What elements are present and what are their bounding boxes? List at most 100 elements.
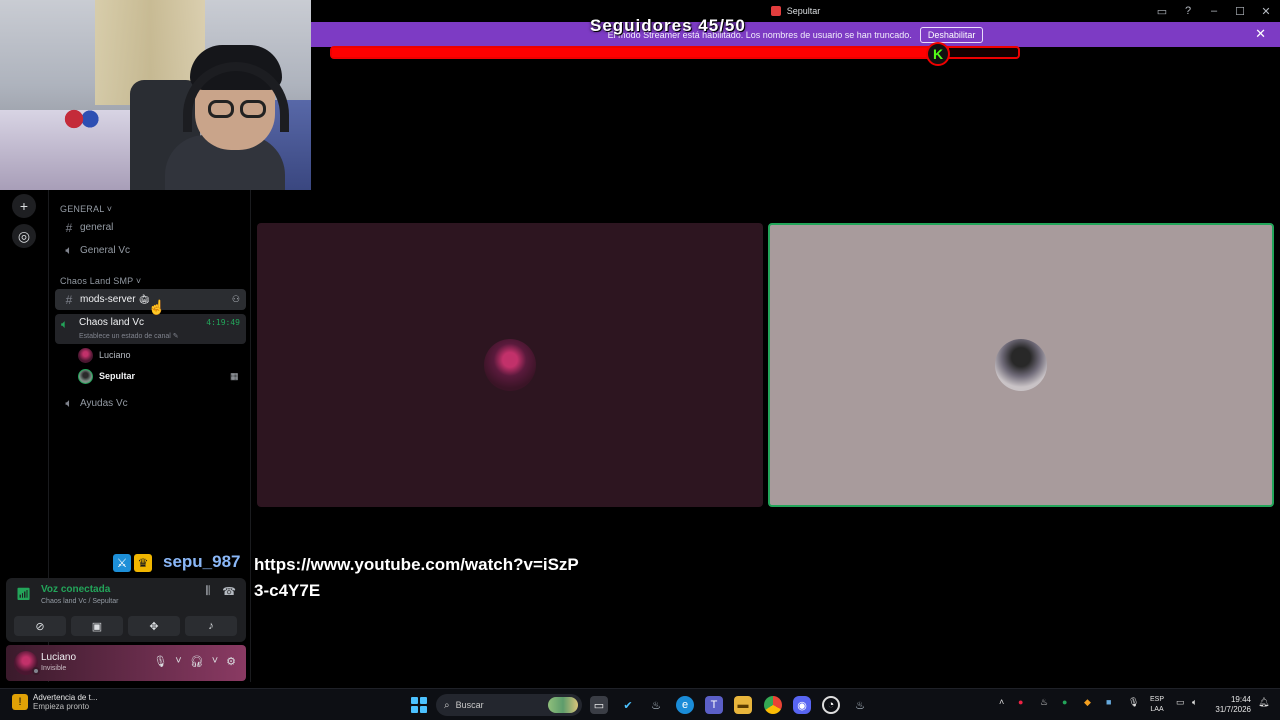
avatar: [78, 347, 93, 363]
tray-steam-icon[interactable]: ♨: [1040, 697, 1048, 708]
chevron-down-icon[interactable]: ˅: [212, 655, 218, 668]
minimize-button[interactable]: –: [1206, 3, 1222, 19]
channel-label: General Vc: [80, 245, 131, 256]
crown-badge-icon: ♛: [134, 554, 152, 572]
voice-channel-chaos-land[interactable]: 🔈︎ Chaos land Vc 4:19:49 Establece un es…: [55, 314, 246, 344]
tray-app-icon[interactable]: ●: [1062, 697, 1067, 707]
call-timer: 4:19:49: [206, 318, 240, 327]
taskbar-search[interactable]: ⌕ Buscar: [436, 694, 582, 716]
invite-icon[interactable]: ⚇: [232, 294, 240, 305]
moderator-badge-icon: ⚔: [113, 554, 131, 572]
webcam-overlay: [0, 0, 311, 190]
banner-close-icon[interactable]: ✕: [1255, 26, 1266, 42]
add-server-icon[interactable]: +: [12, 194, 36, 218]
channel-label: mods-server: [80, 294, 136, 305]
category-chaos-land[interactable]: Chaos Land SMP ˅: [60, 276, 141, 286]
screen: Sepultar ▭ ? – ☐ ✕ Seguidores 45/50 El m…: [0, 0, 1280, 720]
discord-icon[interactable]: ◉: [793, 696, 811, 714]
steam-icon[interactable]: ♨: [851, 696, 869, 714]
channel-ayudas-vc[interactable]: 🔈︎ Ayudas Vc: [55, 393, 246, 414]
noise-suppression-icon[interactable]: ⫼: [205, 585, 210, 598]
tray-app-icon[interactable]: ◆: [1084, 697, 1091, 708]
screen-share-icon: ▣: [91, 620, 103, 633]
chevron-down-icon[interactable]: ˅: [175, 655, 181, 668]
screen-share-icon: ▦: [230, 371, 239, 381]
close-window-button[interactable]: ✕: [1258, 3, 1274, 19]
disconnect-icon[interactable]: ☎: [222, 585, 236, 598]
video-tile-sepultar[interactable]: [768, 223, 1274, 507]
voice-status-subtitle: Chaos land Vc / Sepultar: [41, 598, 119, 605]
steam-icon[interactable]: ♨: [647, 696, 665, 714]
followers-progress-bar: [330, 46, 1020, 59]
discord-app-icon: [770, 6, 781, 16]
clock[interactable]: 19:44 31/7/2026: [1208, 695, 1251, 715]
user-status: Invisible: [41, 665, 67, 672]
channel-label: general: [80, 222, 114, 233]
start-button[interactable]: [411, 697, 427, 713]
soundboard-button[interactable]: ♪: [185, 616, 237, 636]
tray-microphone-icon[interactable]: 🎙︎: [1128, 697, 1139, 708]
activities-button[interactable]: ✥: [128, 616, 180, 636]
signal-icon[interactable]: 📶︎: [16, 587, 31, 601]
camera-off-icon: ⊘: [35, 620, 45, 633]
obs-icon[interactable]: ◔: [822, 696, 840, 714]
taskbar-notification[interactable]: ! Advertencia de t... Empieza pronto: [12, 693, 97, 711]
chrome-icon[interactable]: [764, 696, 782, 714]
avatar: [78, 368, 93, 384]
user-name[interactable]: Luciano: [41, 652, 76, 663]
warning-icon: !: [12, 694, 28, 710]
channel-general[interactable]: # general: [55, 217, 246, 238]
help-icon[interactable]: ?: [1180, 3, 1196, 19]
gear-icon[interactable]: ⚙: [226, 655, 236, 668]
teams-icon[interactable]: T: [705, 696, 723, 714]
explore-icon[interactable]: ◎: [12, 224, 36, 248]
headphones-icon[interactable]: 🎧︎: [190, 655, 204, 668]
speaker-icon: 🔈︎: [61, 317, 69, 331]
speaker-icon: 🔈︎: [65, 243, 73, 257]
status-indicator: [32, 667, 40, 675]
todo-icon[interactable]: ✔: [619, 696, 637, 714]
channel-status-prompt[interactable]: Establece un estado de canal ✎: [79, 332, 179, 340]
voice-status-title[interactable]: Voz conectada: [41, 584, 110, 595]
category-general[interactable]: GENERAL ˅: [60, 204, 112, 214]
chat-username: sepu_987: [163, 552, 241, 571]
hash-icon: #: [65, 220, 73, 235]
search-icon: ⌕: [444, 699, 450, 711]
voice-member-luciano[interactable]: Luciano: [78, 346, 131, 364]
video-tile-luciano[interactable]: [257, 223, 763, 507]
chat-message-text: https://www.youtube.com/watch?v=iSzP3-c4…: [254, 555, 579, 600]
task-view-icon[interactable]: ▭: [590, 696, 608, 714]
notifications-bell-icon[interactable]: 🔔︎: [1258, 697, 1269, 708]
volume-icon[interactable]: 🔈︎: [1192, 697, 1197, 708]
channel-general-vc[interactable]: 🔈︎ General Vc: [55, 240, 246, 261]
window-titlebar: Sepultar ▭ ? – ☐ ✕: [311, 0, 1280, 22]
streamer-mode-banner: El modo Streamer está habilitado. Los no…: [311, 22, 1280, 47]
member-name: Luciano: [99, 350, 131, 360]
tray-app-icon[interactable]: ●: [1018, 697, 1023, 707]
activities-icon: ✥: [149, 620, 159, 633]
kick-logo-icon: K: [926, 42, 950, 66]
search-placeholder: Buscar: [455, 700, 484, 710]
voice-channel-label: Chaos land Vc: [79, 317, 145, 328]
edge-icon[interactable]: e: [676, 696, 694, 714]
windows-taskbar: ! Advertencia de t... Empieza pronto ⌕ B…: [0, 688, 1280, 720]
channel-label: Ayudas Vc: [80, 398, 128, 409]
followers-goal-label: Seguidores 45/50: [590, 16, 746, 35]
followers-progress-fill: [332, 48, 950, 57]
microphone-icon[interactable]: 🎙︎: [153, 655, 167, 668]
inbox-icon[interactable]: ▭: [1154, 3, 1170, 19]
tray-app-icon[interactable]: ■: [1106, 697, 1111, 707]
tray-chevron-up-icon[interactable]: ˄: [999, 697, 1004, 707]
notification-title: Advertencia de t...: [33, 693, 98, 702]
voice-member-sepultar[interactable]: Sepultar: [78, 367, 135, 385]
maximize-button[interactable]: ☐: [1232, 3, 1248, 19]
hash-icon: #: [65, 292, 73, 307]
network-icon[interactable]: ▭: [1176, 697, 1185, 708]
avatar: [484, 339, 536, 391]
share-screen-button[interactable]: ▣: [71, 616, 123, 636]
file-explorer-icon[interactable]: ▬: [734, 696, 752, 714]
disable-streamer-button[interactable]: Deshabilitar: [919, 26, 984, 43]
input-language[interactable]: ESP LAA: [1150, 695, 1164, 715]
voice-connected-panel: 📶︎ Voz conectada Chaos land Vc / Sepulta…: [6, 578, 246, 642]
camera-toggle-button[interactable]: ⊘: [14, 616, 66, 636]
